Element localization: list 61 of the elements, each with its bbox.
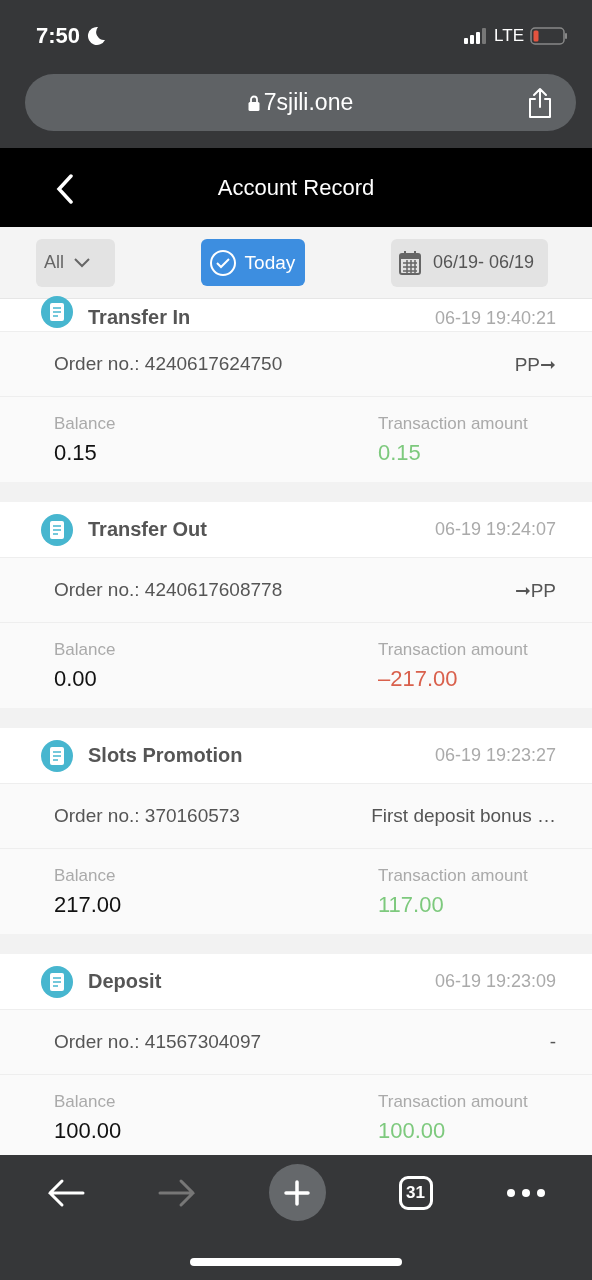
balance-value: 217.00 bbox=[54, 891, 123, 918]
page-title: Account Record bbox=[217, 174, 375, 201]
receipt-icon bbox=[40, 738, 74, 773]
record-time: 06-19 19:40:21 bbox=[434, 308, 556, 329]
address-bar[interactable]: 7sjili.one bbox=[25, 74, 576, 131]
record-note: ➞PP bbox=[514, 578, 556, 602]
calendar-icon bbox=[398, 250, 421, 275]
more-button[interactable] bbox=[505, 1187, 546, 1198]
balance-value: 100.00 bbox=[54, 1117, 123, 1144]
amount-value: 100.00 bbox=[378, 1117, 447, 1144]
today-button[interactable]: Today bbox=[200, 239, 306, 286]
record-time: 06-19 19:23:09 bbox=[434, 971, 556, 992]
plus-icon bbox=[284, 1179, 310, 1206]
order-number: Order no.: 4240617624750 bbox=[54, 353, 283, 375]
back-arrow-button[interactable] bbox=[46, 1177, 85, 1208]
record-title: Deposit bbox=[88, 970, 163, 993]
balance-value: 0.15 bbox=[54, 439, 98, 466]
date-range-button[interactable]: 06/19- 06/19 bbox=[390, 238, 548, 287]
balance-label: Balance bbox=[54, 639, 117, 660]
order-number: Order no.: 4240617608778 bbox=[54, 579, 283, 601]
amount-value: 0.15 bbox=[378, 439, 422, 466]
order-number: Order no.: 370160573 bbox=[54, 805, 240, 827]
amount-label: Transaction amount bbox=[378, 865, 529, 886]
balance-label: Balance bbox=[54, 413, 117, 434]
record-time: 06-19 19:24:07 bbox=[434, 519, 556, 540]
amount-value: –217.00 bbox=[378, 665, 459, 692]
forward-arrow-icon bbox=[157, 1177, 196, 1208]
record-title: Transfer In bbox=[88, 306, 192, 329]
record-note: First deposit bonus … bbox=[371, 805, 556, 827]
back-arrow-icon bbox=[46, 1177, 85, 1208]
balance-label: Balance bbox=[54, 865, 117, 886]
network-label: LTE bbox=[494, 26, 524, 46]
chevron-left-icon bbox=[56, 174, 74, 204]
forward-arrow-button[interactable] bbox=[157, 1177, 196, 1208]
balance-value: 0.00 bbox=[54, 665, 98, 692]
chevron-down-icon bbox=[74, 257, 90, 268]
clock-time: 7:50 bbox=[36, 23, 81, 49]
amount-value: 117.00 bbox=[378, 891, 445, 918]
record-note: PP➞ bbox=[514, 352, 556, 376]
new-tab-button[interactable] bbox=[268, 1164, 326, 1221]
receipt-icon bbox=[40, 964, 74, 999]
amount-label: Transaction amount bbox=[378, 413, 529, 434]
amount-label: Transaction amount bbox=[378, 639, 529, 660]
amount-label: Transaction amount bbox=[378, 1091, 529, 1112]
more-icon bbox=[505, 1187, 546, 1198]
tab-count-button[interactable]: 31 bbox=[398, 1175, 433, 1210]
battery-icon bbox=[530, 27, 568, 45]
record-time: 06-19 19:23:27 bbox=[434, 745, 556, 766]
url-text: 7sjili.one bbox=[263, 89, 354, 116]
record-note: - bbox=[549, 1031, 556, 1053]
balance-label: Balance bbox=[54, 1091, 117, 1112]
lock-icon bbox=[247, 94, 260, 111]
receipt-icon bbox=[40, 512, 74, 547]
record-title: Slots Promotion bbox=[88, 744, 244, 767]
order-number: Order no.: 41567304097 bbox=[54, 1031, 262, 1053]
share-icon[interactable] bbox=[526, 87, 554, 119]
signal-icon bbox=[464, 28, 489, 44]
check-circle-icon bbox=[208, 248, 237, 277]
type-dropdown[interactable]: All bbox=[36, 238, 115, 287]
moon-icon bbox=[86, 26, 107, 46]
record-title: Transfer Out bbox=[88, 518, 208, 541]
